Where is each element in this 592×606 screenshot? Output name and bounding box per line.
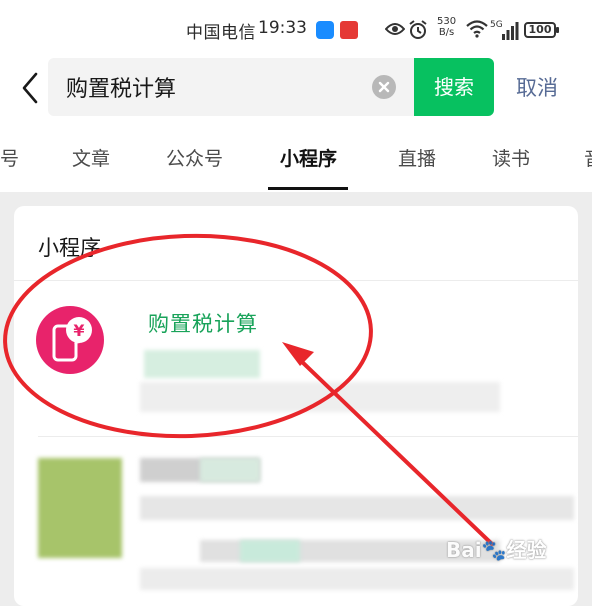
cancel-button[interactable]: 取消 bbox=[516, 72, 558, 102]
weather-app-icon bbox=[316, 21, 334, 39]
signal-icon: 5G bbox=[490, 20, 519, 40]
net-speed-value: 530 bbox=[437, 16, 457, 27]
tab-books[interactable]: 读书 bbox=[492, 144, 530, 171]
back-arrow-icon[interactable] bbox=[18, 72, 48, 104]
wifi-icon bbox=[466, 20, 488, 38]
blurred-description-line bbox=[140, 382, 500, 412]
blurred-description bbox=[144, 350, 260, 378]
tab-account[interactable]: 号 bbox=[0, 144, 19, 171]
stock-app-icon bbox=[340, 21, 358, 39]
blurred-text bbox=[240, 540, 300, 562]
search-button[interactable]: 搜索 bbox=[414, 58, 494, 116]
net-speed-unit: B/s bbox=[438, 27, 455, 38]
divider bbox=[14, 280, 578, 281]
eye-icon bbox=[385, 23, 405, 35]
watermark: Bai🐾经验 bbox=[446, 538, 547, 562]
signal-label: 5G bbox=[490, 20, 503, 30]
section-title: 小程序 bbox=[38, 236, 101, 260]
clear-icon[interactable] bbox=[372, 75, 396, 99]
clock: 19:33 bbox=[258, 18, 307, 38]
blurred-thumbnail bbox=[38, 458, 122, 558]
tab-official-accounts[interactable]: 公众号 bbox=[166, 144, 223, 171]
alarm-icon bbox=[409, 20, 427, 39]
search-input[interactable] bbox=[66, 58, 346, 116]
yen-phone-icon: ¥ bbox=[36, 306, 104, 374]
blurred-text bbox=[200, 458, 260, 482]
svg-text:¥: ¥ bbox=[73, 321, 84, 340]
net-speed: 530 B/s bbox=[437, 16, 456, 38]
blurred-text bbox=[140, 568, 574, 590]
tab-music[interactable]: 音 bbox=[584, 144, 592, 171]
carrier-label: 中国电信 bbox=[186, 23, 256, 43]
blurred-text bbox=[140, 496, 574, 520]
tab-live[interactable]: 直播 bbox=[398, 144, 436, 171]
battery-indicator: 100 bbox=[524, 22, 559, 38]
status-bar: 中国电信 19:33 530 B/s 5G 100 bbox=[0, 14, 592, 48]
mini-program-name[interactable]: 购置税计算 bbox=[148, 308, 258, 338]
divider bbox=[38, 436, 578, 437]
search-bar: 搜索 bbox=[48, 58, 494, 116]
active-tab-indicator bbox=[268, 187, 348, 190]
tab-articles[interactable]: 文章 bbox=[72, 144, 110, 171]
tab-mini-programs[interactable]: 小程序 bbox=[280, 144, 337, 171]
